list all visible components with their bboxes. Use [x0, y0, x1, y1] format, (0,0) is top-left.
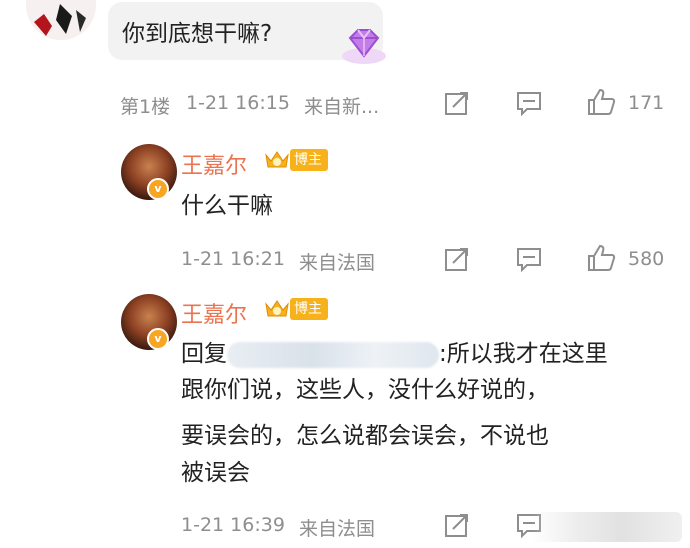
- reply-source: 来自法国: [299, 252, 376, 274]
- reply-source: 来自法国: [299, 518, 376, 540]
- comment-source: 来自新...: [304, 96, 380, 118]
- verified-icon: v: [147, 328, 169, 350]
- like-count: 171: [628, 92, 665, 114]
- username[interactable]: 王嘉尔: [181, 297, 247, 329]
- reply-line-4: 被误会: [181, 460, 250, 486]
- blogger-badge: 博主: [290, 149, 328, 171]
- share-icon[interactable]: [443, 245, 471, 273]
- blurred-username[interactable]: [227, 341, 439, 368]
- share-icon[interactable]: [443, 511, 471, 539]
- reply-line-3: 要误会的，怎么说都会误会，不说也: [181, 423, 549, 449]
- gem-icon: [338, 26, 390, 68]
- comment-icon[interactable]: [515, 89, 543, 117]
- reply-time: 1-21 16:39: [181, 514, 285, 536]
- reply-line-1-text: :所以我才在这里: [439, 341, 608, 367]
- blogger-badge: 博主: [290, 298, 328, 320]
- verified-icon: v: [147, 178, 169, 200]
- like-icon[interactable]: [586, 243, 616, 271]
- reply-time: 1-21 16:21: [181, 248, 285, 270]
- reply-text: 什么干嘛: [181, 193, 273, 219]
- top-avatar[interactable]: [26, 0, 96, 40]
- reply-prefix: 回复: [181, 341, 227, 367]
- top-comment-text: 你到底想干嘛?: [122, 21, 273, 47]
- crown-icon: [264, 149, 290, 171]
- reply-line-2: 跟你们说，这些人，没什么好说的，: [181, 377, 549, 403]
- comment-icon[interactable]: [515, 245, 543, 273]
- username[interactable]: 王嘉尔: [181, 148, 247, 180]
- watermark: [532, 512, 682, 542]
- share-icon[interactable]: [443, 89, 471, 117]
- crown-icon: [264, 298, 290, 320]
- like-icon[interactable]: [586, 87, 616, 115]
- reply-line-1: 回复 :所以我才在这里: [181, 336, 608, 372]
- like-count: 580: [628, 248, 665, 270]
- comment-time: 1-21 16:15: [186, 92, 290, 114]
- floor-label: 第1楼: [120, 96, 171, 118]
